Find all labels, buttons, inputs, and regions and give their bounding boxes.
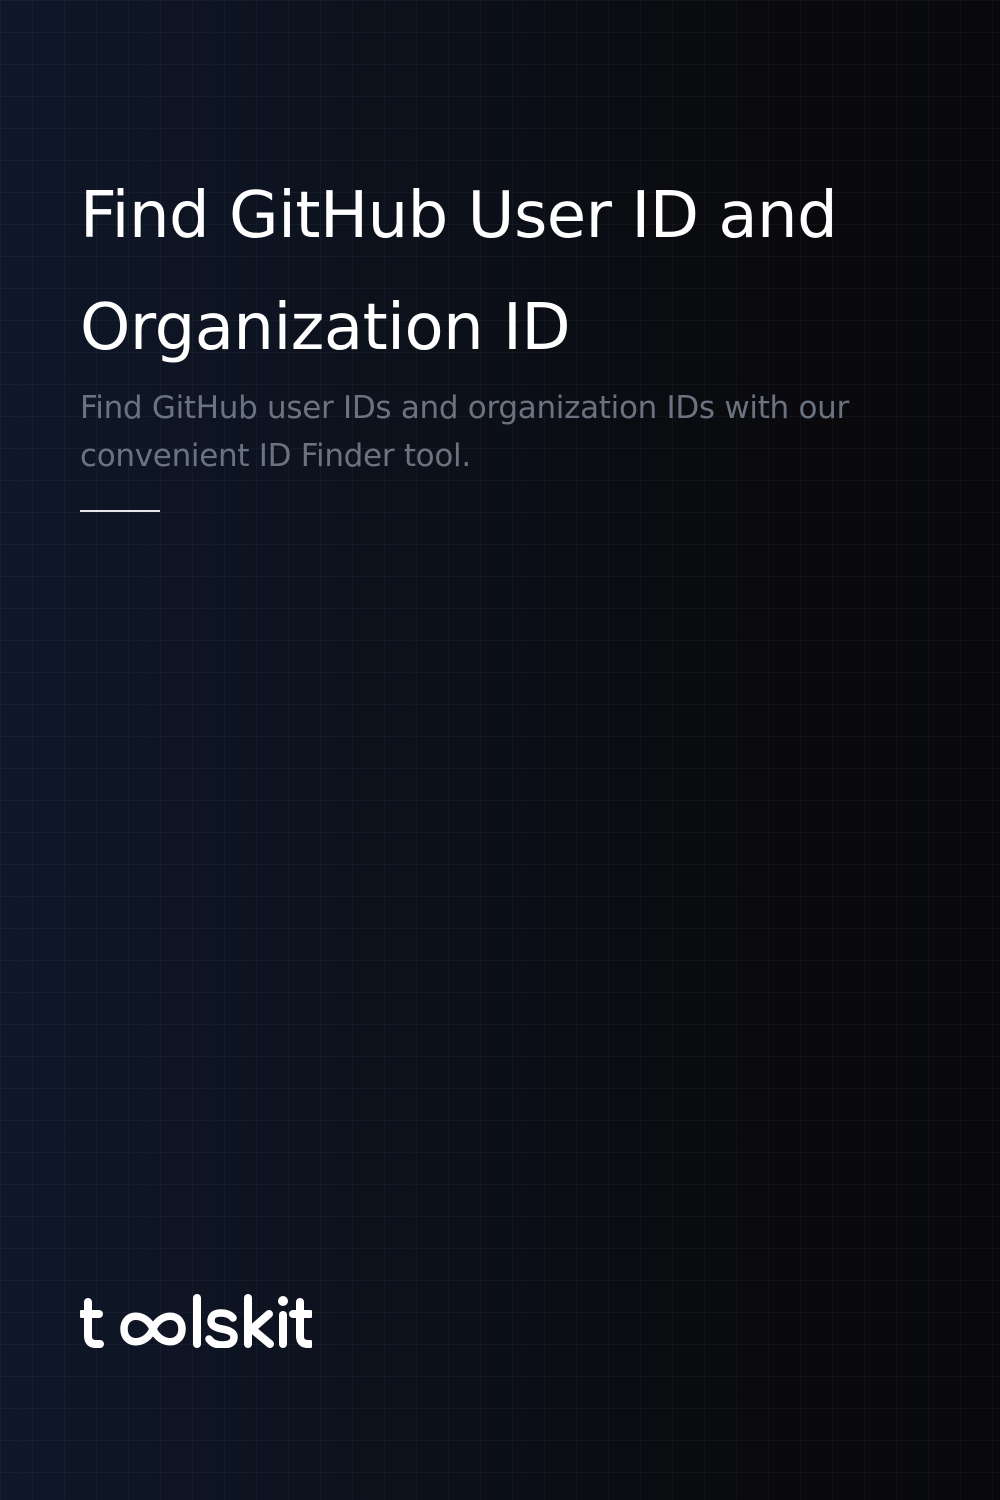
brand-logo <box>80 1292 312 1348</box>
hero-section: Find GitHub User ID and Organization ID … <box>80 160 940 512</box>
page-subtitle: Find GitHub user IDs and organization ID… <box>80 390 849 474</box>
toolskit-logo <box>80 1294 312 1348</box>
page: Find GitHub User ID and Organization ID … <box>0 0 1000 1500</box>
title-divider <box>80 510 160 512</box>
page-title: Find GitHub User ID and Organization ID <box>80 179 838 365</box>
